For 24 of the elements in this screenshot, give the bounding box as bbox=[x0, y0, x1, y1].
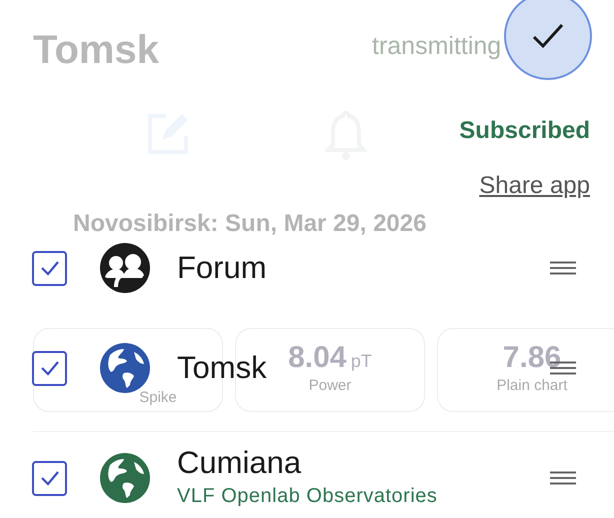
metric-label: Spike bbox=[139, 388, 177, 408]
checkmark-icon bbox=[40, 260, 60, 276]
metric-value: 8.04 bbox=[288, 340, 346, 374]
status-text: transmitting bbox=[372, 31, 502, 62]
item-name: Tomsk bbox=[177, 350, 267, 386]
checkbox[interactable] bbox=[32, 460, 67, 496]
checkbox[interactable] bbox=[32, 250, 67, 286]
date-text: Novosibirsk: Sun, Mar 29, 2026 bbox=[73, 209, 426, 239]
item-name: Forum bbox=[177, 250, 267, 286]
checkmark-icon bbox=[40, 360, 60, 376]
metric-value: 7.86 bbox=[502, 340, 562, 374]
item-name: Cumiana bbox=[177, 445, 302, 481]
drag-handle-icon[interactable] bbox=[550, 471, 576, 485]
metric-unit: pT bbox=[350, 350, 372, 371]
metric-label: Power bbox=[308, 376, 352, 396]
drag-handle-icon[interactable] bbox=[550, 261, 576, 275]
check-icon bbox=[531, 22, 565, 50]
metric-label: Plain chart bbox=[496, 376, 568, 396]
checkmark-icon bbox=[40, 470, 60, 486]
item-subtitle: VLF Openlab Observatories bbox=[177, 484, 438, 509]
checkbox[interactable] bbox=[32, 350, 67, 386]
screen-title: Tomsk bbox=[33, 27, 159, 74]
share-link[interactable]: Share app bbox=[479, 168, 590, 204]
subscription-status: Subscribed bbox=[459, 116, 590, 146]
